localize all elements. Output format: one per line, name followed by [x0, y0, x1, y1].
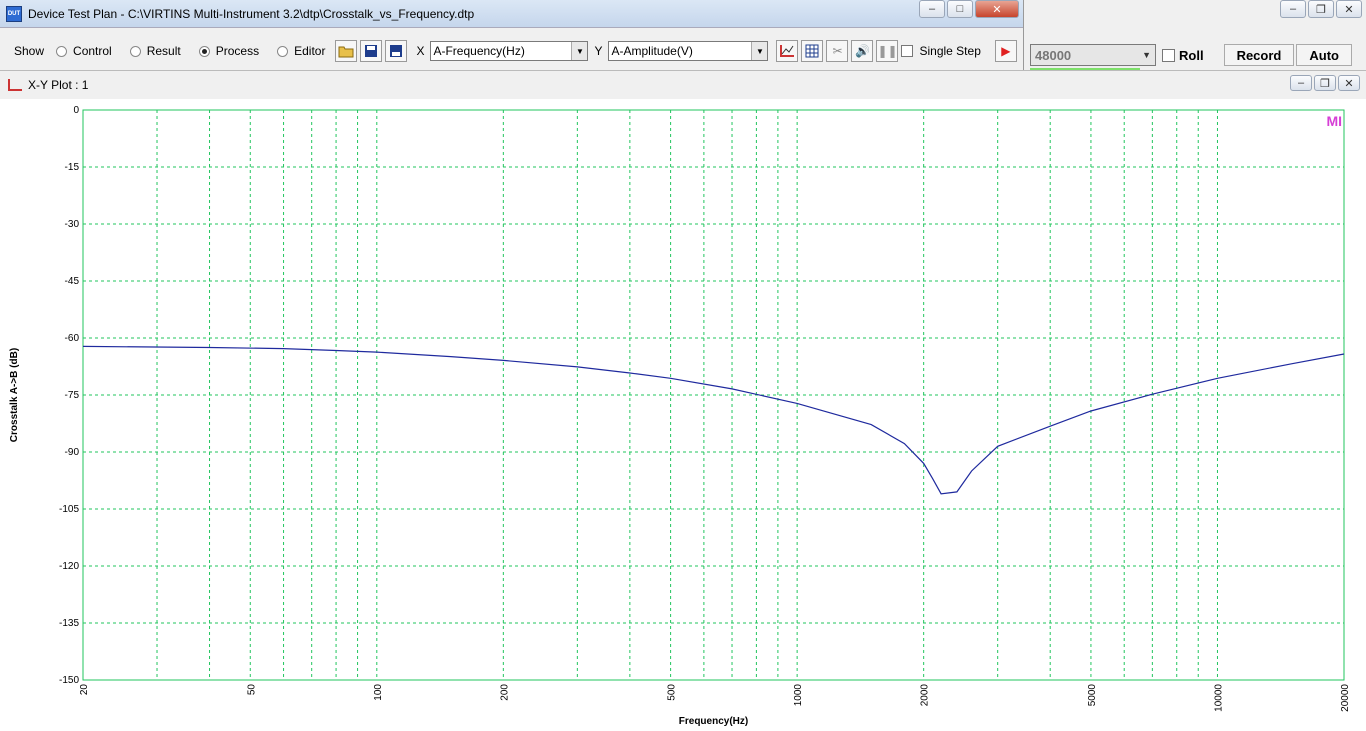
auto-button[interactable]: Auto — [1296, 44, 1352, 66]
radio-control-label: Control — [73, 44, 112, 58]
bg-restore-button[interactable]: ❐ — [1308, 0, 1334, 18]
radio-result[interactable]: Result — [129, 44, 181, 58]
background-toolbar: 48000 ▼ Roll Record Auto — [1030, 44, 1354, 66]
radio-editor-label: Editor — [294, 44, 326, 58]
x-axis-label: X — [416, 44, 425, 58]
y-axis-select[interactable]: A-Amplitude(V) ▼ — [608, 41, 769, 61]
tool-icon[interactable]: ✂ — [826, 40, 849, 62]
app-icon: DUT — [6, 5, 22, 22]
tick-labels: 0 -15 -30 -45 -60 -75 -90 -105 -120 -135 -15020 50 1… — [59, 105, 1351, 712]
title-bar: DUT Device Test Plan - C:\VIRTINS Multi-… — [0, 0, 1023, 28]
run-icon[interactable]: ▶ — [994, 40, 1017, 62]
pause-icon[interactable]: ❚❚ — [876, 40, 899, 62]
y-tick-label: -45 — [65, 276, 80, 287]
open-folder-icon[interactable] — [335, 40, 358, 62]
x-tick-label: 500 — [667, 684, 678, 701]
bg-close-button[interactable]: ✕ — [1336, 0, 1362, 18]
window-title: Device Test Plan - C:\VIRTINS Multi-Inst… — [28, 6, 475, 21]
roll-checkbox[interactable] — [1162, 48, 1175, 62]
plot-close-button[interactable]: ✕ — [1338, 75, 1360, 91]
maximize-button[interactable]: □ — [947, 0, 973, 18]
radio-process-label: Process — [215, 44, 260, 58]
minimize-button[interactable]: – — [919, 0, 945, 18]
x-tick-label: 2000 — [920, 684, 931, 707]
crosstalk-chart[interactable]: 0 -15 -30 -45 -60 -75 -90 -105 -120 -135 -15020 50 1… — [0, 99, 1366, 731]
plot-area: 0 -15 -30 -45 -60 -75 -90 -105 -120 -135 -150 20 50 1… — [0, 99, 1366, 731]
y-tick-label: 0 — [73, 105, 79, 116]
x-axis-select-value: A-Frequency(Hz) — [433, 44, 525, 58]
radio-process[interactable]: Process — [198, 44, 260, 58]
x-tick-label: 50 — [246, 684, 257, 696]
plot-minimize-button[interactable]: – — [1290, 75, 1312, 91]
plot-window-title: X-Y Plot : 1 — [28, 78, 89, 92]
radio-process-dot[interactable] — [198, 45, 210, 57]
y-tick-label: -15 — [65, 162, 80, 173]
xy-plot-icon — [8, 79, 22, 91]
device-test-plan-window: DUT Device Test Plan - C:\VIRTINS Multi-… — [0, 0, 1024, 70]
background-app-window: – ❐ ✕ 48000 ▼ Roll Record Auto — [1024, 0, 1366, 70]
x-axis-title: Frequency(Hz) — [679, 716, 748, 727]
x-tick-label: 20 — [79, 684, 90, 696]
single-step-label: Single Step — [919, 44, 981, 58]
plot-restore-button[interactable]: ❐ — [1314, 75, 1336, 91]
y-tick-label: -105 — [59, 504, 79, 515]
toolbar: Show Control Result Process Editor X A-F… — [0, 36, 1022, 66]
x-tick-label: 100 — [373, 684, 384, 701]
x-tick-label: 20000 — [1340, 684, 1351, 712]
close-button[interactable]: ✕ — [975, 0, 1019, 18]
y-tick-label: -90 — [65, 447, 80, 458]
radio-result-dot[interactable] — [129, 45, 141, 57]
chevron-down-icon: ▼ — [571, 42, 588, 60]
radio-editor[interactable]: Editor — [277, 44, 325, 58]
plot-title-bar: X-Y Plot : 1 – ❐ ✕ — [0, 71, 1366, 99]
roll-label: Roll — [1179, 47, 1204, 63]
y-tick-label: -135 — [59, 618, 79, 629]
watermark-logo: MI — [1326, 113, 1342, 129]
y-tick-label: -150 — [59, 675, 79, 686]
single-step-checkbox[interactable] — [901, 45, 914, 57]
window-controls: – □ ✕ — [919, 0, 1019, 18]
x-tick-label: 5000 — [1087, 684, 1098, 707]
x-tick-label: 200 — [499, 684, 510, 701]
xy-plot-icon[interactable] — [776, 40, 799, 62]
speaker-icon[interactable]: 🔊 — [851, 40, 874, 62]
y-tick-label: -120 — [59, 561, 79, 572]
y-axis-title: Crosstalk A->B (dB) — [9, 348, 20, 442]
record-button[interactable]: Record — [1223, 44, 1295, 66]
show-label: Show — [14, 44, 45, 58]
background-window-controls: – ❐ ✕ — [1280, 0, 1362, 18]
chevron-down-icon: ▼ — [751, 42, 768, 60]
x-axis-select[interactable]: A-Frequency(Hz) ▼ — [430, 41, 589, 61]
xy-plot-window: X-Y Plot : 1 – ❐ ✕ 0 -15 -30 -45 -60 -75 -90 -1… — [0, 70, 1366, 730]
bg-minimize-button[interactable]: – — [1280, 0, 1306, 18]
crosstalk-series-line — [82, 345, 1345, 495]
y-tick-label: -75 — [65, 390, 80, 401]
radio-result-label: Result — [146, 44, 181, 58]
save-as-icon[interactable] — [385, 40, 408, 62]
table-icon[interactable] — [801, 40, 824, 62]
x-tick-label: 10000 — [1213, 684, 1224, 712]
grid-layer — [83, 110, 1344, 680]
x-tick-label: 1000 — [793, 684, 804, 707]
radio-editor-dot[interactable] — [277, 45, 289, 57]
plot-window-controls: – ❐ ✕ — [1290, 75, 1360, 91]
sample-rate-select[interactable]: 48000 ▼ — [1030, 44, 1156, 66]
y-tick-label: -30 — [65, 219, 80, 230]
y-tick-label: -60 — [65, 333, 80, 344]
chevron-down-icon: ▼ — [1142, 50, 1151, 60]
save-icon[interactable] — [360, 40, 383, 62]
radio-control-dot[interactable] — [56, 45, 68, 57]
y-axis-select-value: A-Amplitude(V) — [611, 44, 693, 58]
sample-rate-value: 48000 — [1035, 47, 1072, 63]
radio-control[interactable]: Control — [56, 44, 112, 58]
y-axis-label: Y — [594, 44, 603, 58]
